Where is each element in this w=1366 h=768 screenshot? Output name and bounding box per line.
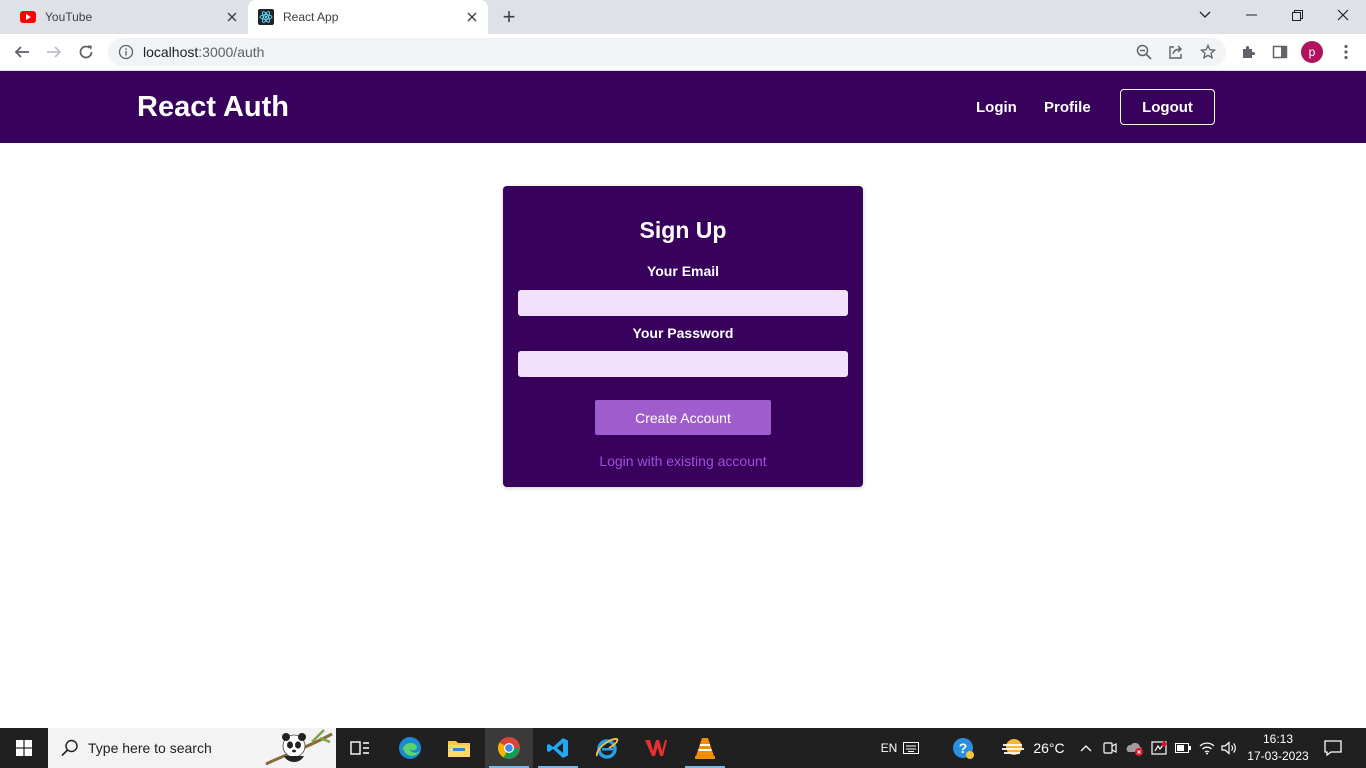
tab-youtube[interactable]: YouTube (12, 0, 244, 34)
url-path: :3000/auth (198, 44, 265, 60)
tab-title: React App (283, 10, 339, 24)
email-label: Your Email (646, 263, 720, 279)
edge-icon[interactable] (386, 728, 434, 768)
url-host: localhost (143, 44, 199, 60)
windows-taskbar: Type here to search EN ? 26°C 16:13 17-0… (0, 728, 1366, 768)
youtube-icon (20, 9, 36, 25)
system-clock[interactable]: 16:13 17-03-2023 (1244, 731, 1312, 765)
chrome-menu-icon[interactable] (1332, 38, 1360, 66)
reload-icon[interactable] (72, 38, 100, 66)
form-title: Sign Up (639, 217, 727, 243)
minimize-window-icon[interactable] (1228, 0, 1274, 30)
battery-icon[interactable] (1172, 728, 1194, 768)
password-label: Your Password (632, 325, 734, 341)
password-field[interactable] (517, 350, 849, 378)
zoom-icon[interactable] (1134, 42, 1154, 62)
svg-text:?: ? (959, 740, 968, 756)
bookmark-star-icon[interactable] (1198, 42, 1218, 62)
internet-explorer-icon[interactable] (583, 728, 631, 768)
close-tab-icon[interactable] (462, 7, 482, 27)
profile-avatar[interactable]: p (1301, 41, 1323, 63)
weather-icon[interactable] (998, 728, 1028, 768)
clock-time: 16:13 (1262, 732, 1294, 746)
browser-tab-strip: YouTube React App + (0, 0, 1366, 34)
nav-login-link[interactable]: Login (976, 99, 1017, 116)
main-navigation: React Auth Login Profile Logout (0, 71, 1366, 143)
address-bar[interactable]: localhost:3000/auth (108, 38, 1226, 66)
app-logo[interactable]: React Auth (137, 91, 289, 124)
login-existing-account-link[interactable]: Login with existing account (503, 453, 863, 469)
share-icon[interactable] (1166, 42, 1186, 62)
nav-profile-link[interactable]: Profile (1044, 99, 1091, 116)
search-highlight-panda-icon[interactable] (262, 728, 334, 768)
onedrive-error-icon[interactable] (1124, 728, 1146, 768)
logout-button[interactable]: Logout (1120, 89, 1215, 125)
tab-react-app[interactable]: React App (248, 0, 488, 34)
address-url: localhost:3000/auth (143, 44, 264, 60)
site-info-icon[interactable] (118, 44, 134, 60)
file-explorer-icon[interactable] (435, 728, 483, 768)
tab-title: YouTube (45, 10, 93, 24)
react-icon (258, 9, 274, 25)
tab-search-chevron-icon[interactable] (1182, 0, 1228, 30)
language-indicator[interactable]: EN (878, 728, 900, 768)
forward-arrow-icon[interactable] (40, 38, 68, 66)
restore-window-icon[interactable] (1274, 0, 1320, 30)
keyboard-icon[interactable] (902, 728, 920, 768)
wifi-icon[interactable] (1196, 728, 1218, 768)
side-panel-icon[interactable] (1266, 38, 1294, 66)
wps-office-icon[interactable] (632, 728, 680, 768)
help-icon[interactable]: ? (946, 728, 980, 768)
windows-start-icon[interactable] (0, 728, 48, 768)
show-hidden-icons-chevron-icon[interactable] (1076, 728, 1096, 768)
close-window-icon[interactable] (1320, 0, 1366, 30)
browser-toolbar: localhost:3000/auth p (0, 34, 1366, 71)
auth-form-card: Sign Up Your Email Your Password Create … (503, 186, 863, 487)
temperature-readout[interactable]: 26°C (1030, 728, 1068, 768)
close-tab-icon[interactable] (222, 7, 242, 27)
volume-icon[interactable] (1218, 728, 1240, 768)
search-icon (60, 738, 80, 758)
action-center-icon[interactable] (1318, 728, 1348, 768)
search-placeholder: Type here to search (88, 740, 212, 756)
notification-app-icon[interactable] (1148, 728, 1170, 768)
extensions-puzzle-icon[interactable] (1234, 38, 1262, 66)
chrome-icon[interactable] (485, 728, 533, 768)
create-account-button[interactable]: Create Account (595, 400, 771, 435)
vscode-icon[interactable] (534, 728, 582, 768)
taskbar-search-box[interactable]: Type here to search (48, 728, 336, 768)
clock-date: 17-03-2023 (1247, 749, 1309, 763)
new-tab-button[interactable]: + (496, 4, 522, 29)
email-field[interactable] (517, 289, 849, 317)
meet-now-icon[interactable] (1100, 728, 1120, 768)
vlc-icon[interactable] (681, 728, 729, 768)
back-arrow-icon[interactable] (8, 38, 36, 66)
task-view-icon[interactable] (336, 728, 384, 768)
